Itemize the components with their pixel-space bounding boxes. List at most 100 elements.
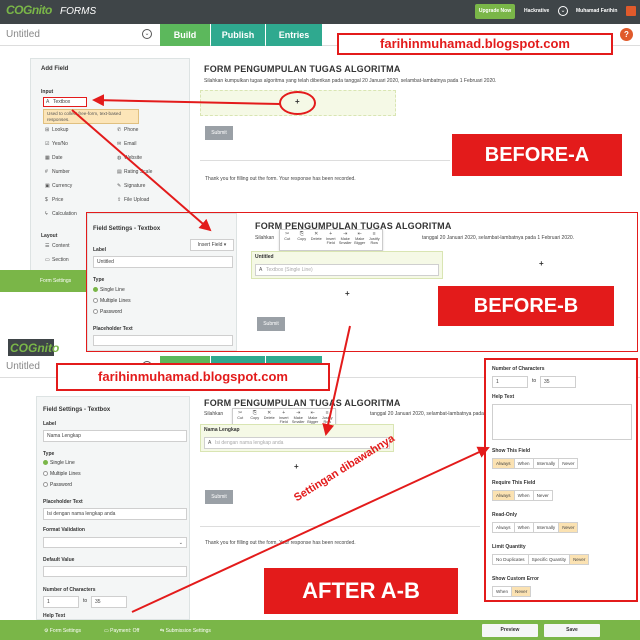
submit-button[interactable]: Submit [205, 126, 233, 140]
show-internally-option[interactable]: Internally [532, 458, 560, 469]
form-title-after[interactable]: FORM PENGUMPULAN TUGAS ALGORITMA [204, 398, 401, 408]
chars-min-input-after[interactable]: 1 [43, 596, 79, 608]
field-type-content[interactable]: ☰ Content [45, 243, 70, 249]
field-type-section[interactable]: ▭ Section [45, 257, 69, 263]
insert-field-button[interactable]: Insert Field ▾ [190, 239, 234, 251]
confirmation-message[interactable]: Thank you for filling out the form. Your… [205, 176, 356, 182]
add-row-plus-after[interactable]: + [294, 462, 299, 471]
dollar-icon: $ [45, 197, 48, 203]
confirmation-message-after[interactable]: Thank you for filling out the form. Your… [205, 540, 356, 546]
show-never-option[interactable]: Never [558, 458, 579, 469]
limit-specific-quantity-option[interactable]: Specific Quantity [527, 554, 571, 565]
chars-max-input-after[interactable]: 35 [91, 596, 127, 608]
user-name[interactable]: Muhamad Farihin [576, 8, 617, 14]
textbox-field-b[interactable]: Untitled A Textbox (Single Line) [251, 251, 443, 279]
require-never-option[interactable]: Never [532, 490, 553, 501]
make-bigger-button[interactable]: ⇤ Make Bigger [353, 230, 368, 250]
type-multiple-lines-after[interactable]: Multiple Lines [43, 471, 81, 477]
form-title[interactable]: FORM PENGUMPULAN TUGAS ALGORITMA [204, 64, 401, 74]
field-settings-panel-b: Field Settings - Textbox Insert Field ▾ … [87, 213, 237, 351]
make-smaller-button[interactable]: ⇥ Make Smaller [338, 230, 353, 250]
delete-button[interactable]: ✕ Delete [309, 230, 324, 250]
cut-button[interactable]: ✂ Cut [280, 230, 295, 250]
field-settings-title-after: Field Settings - Textbox [43, 407, 111, 413]
help-icon[interactable]: ? [620, 28, 633, 41]
error-when-option[interactable]: When [492, 586, 513, 597]
readonly-never-option[interactable]: Never [558, 522, 579, 533]
type-password-b[interactable]: Password [93, 309, 122, 315]
format-validation-select[interactable]: ⌄ [43, 537, 187, 548]
type-single-line-after[interactable]: Single Line [43, 460, 75, 466]
readonly-when-option[interactable]: When [513, 522, 534, 533]
field-type-calculation[interactable]: ϟ Calculation [45, 211, 77, 217]
form-name-after[interactable]: Untitled [6, 361, 40, 372]
field-type-textbox[interactable]: A Textbox [43, 97, 87, 107]
type-caption-after: Type [43, 451, 55, 457]
preview-button[interactable]: Preview [482, 624, 538, 637]
textbox-tooltip: Used to collect free-form, text-based re… [43, 109, 139, 125]
cognito-logo-b[interactable]: COGnito [8, 339, 59, 357]
payment-link[interactable]: ▭ Payment: Off [104, 628, 139, 634]
field-type-date[interactable]: ▦ Date [45, 155, 63, 161]
save-button[interactable]: Save [544, 624, 600, 637]
tab-build[interactable]: Build [160, 24, 210, 46]
default-value-input[interactable] [43, 566, 187, 577]
limit-no-duplicates-option[interactable]: No Duplicates [492, 554, 529, 565]
submit-button-after[interactable]: Submit [205, 490, 233, 504]
justify-row-button[interactable]: ≡ Justify Row [367, 230, 382, 250]
section-icon: ▭ [45, 257, 50, 263]
field-type-email[interactable]: ✉ Email [117, 141, 137, 147]
require-always-option[interactable]: Always [492, 490, 515, 501]
field-type-price[interactable]: $ Price [45, 197, 63, 203]
field-type-yes-no[interactable]: ☑ Yes/No [45, 141, 68, 147]
tab-entries[interactable]: Entries [266, 24, 322, 46]
placeholder-input-b[interactable] [93, 335, 233, 346]
placeholder-input-after[interactable]: Isi dengan nama lengkap anda [43, 508, 187, 520]
chars-max-input-right[interactable]: 35 [540, 376, 576, 388]
form-settings-link[interactable]: ⚙ Form Settings [44, 628, 81, 634]
field-type-website[interactable]: ◍ Website [117, 155, 142, 161]
limit-never-option[interactable]: Never [569, 554, 590, 565]
chevron-down-icon[interactable]: ⌄ [558, 6, 568, 16]
field-input-b[interactable]: A Textbox (Single Line) [255, 264, 439, 276]
avatar[interactable] [626, 6, 636, 16]
add-row-plus-b[interactable]: + [345, 289, 350, 298]
help-text-input[interactable] [492, 404, 632, 440]
show-always-option[interactable]: Always [492, 458, 515, 469]
error-never-option[interactable]: Never [511, 586, 532, 597]
form-settings-label[interactable]: Form Settings [40, 278, 71, 284]
type-single-line-b[interactable]: Single Line [93, 287, 125, 293]
readonly-always-option[interactable]: Always [492, 522, 515, 533]
type-password-after[interactable]: Password [43, 482, 72, 488]
checkbox-icon: ☑ [45, 141, 50, 147]
submit-button-b[interactable]: Submit [257, 317, 285, 331]
form-name[interactable]: Untitled [6, 29, 40, 40]
tab-publish[interactable]: Publish [211, 24, 265, 46]
submission-settings-link[interactable]: ⇆ Submission Settings [160, 628, 211, 634]
field-type-rating-scale[interactable]: ▤ Rating Scale [117, 169, 152, 175]
show-when-option[interactable]: When [513, 458, 534, 469]
require-when-option[interactable]: When [513, 490, 534, 501]
chevron-down-icon[interactable]: ⌄ [142, 29, 152, 39]
readonly-internally-option[interactable]: Internally [532, 522, 560, 533]
form-description[interactable]: Silahkan kumpulkan tugas algoritma yang … [204, 78, 496, 84]
label-input-after[interactable]: Nama Lengkap [43, 430, 187, 442]
field-type-phone[interactable]: ✆ Phone [117, 127, 138, 133]
copy-button[interactable]: ⎘ Copy [295, 230, 310, 250]
label-input-b[interactable]: Untitled [93, 256, 233, 268]
insert-field-tool[interactable]: + Insert Field [324, 230, 339, 250]
field-type-signature[interactable]: ✎ Signature [117, 183, 145, 189]
add-column-plus-b[interactable]: + [539, 259, 544, 268]
help-text-caption-right: Help Text [492, 394, 515, 400]
upgrade-button[interactable]: Upgrade Now [475, 4, 515, 19]
form-settings-strip[interactable]: Form Settings [0, 270, 88, 292]
field-type-lookup[interactable]: ⊞ Lookup [45, 127, 68, 133]
field-type-number[interactable]: # Number [45, 169, 70, 175]
field-type-currency[interactable]: ▣ Currency [45, 183, 72, 189]
org-name[interactable]: Hackrative [524, 8, 549, 14]
chars-min-input-right[interactable]: 1 [492, 376, 528, 388]
type-multiple-lines-b[interactable]: Multiple Lines [93, 298, 131, 304]
cognito-logo[interactable]: COGnito [6, 3, 52, 17]
field-input-after[interactable]: A Isi dengan nama lengkap anda [204, 437, 390, 449]
field-type-file-upload[interactable]: ⇪ File Upload [117, 197, 149, 203]
